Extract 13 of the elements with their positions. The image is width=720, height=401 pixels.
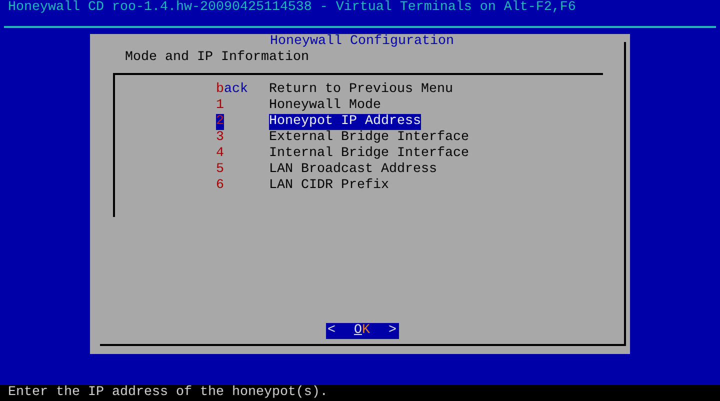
screen-title: Honeywall CD roo-1.4.hw-20090425114538 - Virtual Terminals on Alt-F2,F6	[7, 0, 576, 16]
menu-item[interactable]: Honeypot IP Address	[269, 114, 421, 130]
ok-button[interactable]: < OK >	[326, 323, 398, 339]
menu-item[interactable]: External Bridge Interface	[269, 130, 469, 146]
dialog-title: Honeywall Configuration	[270, 34, 454, 50]
menu-hotkey[interactable]: back	[216, 82, 248, 98]
menu-item[interactable]: LAN Broadcast Address	[269, 162, 437, 178]
menu-item[interactable]: Return to Previous Menu	[269, 82, 453, 98]
menu-item[interactable]: LAN CIDR Prefix	[269, 178, 389, 194]
menu-item[interactable]: Honeywall Mode	[269, 98, 381, 114]
status-bar: Enter the IP address of the honeypot(s).	[0, 385, 720, 401]
dialog-subtitle: Mode and IP Information	[124, 50, 309, 66]
menu-item[interactable]: Internal Bridge Interface	[269, 146, 469, 162]
